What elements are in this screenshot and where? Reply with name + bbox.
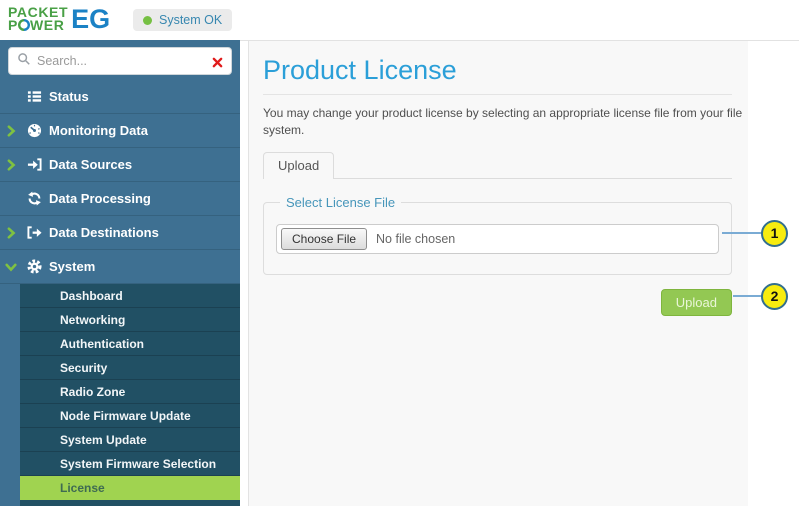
submenu-item-networking[interactable]: Networking	[20, 308, 240, 332]
sidebar-search	[0, 40, 240, 80]
sidebar-item-data-processing[interactable]: Data Processing	[0, 182, 240, 216]
sidebar-item-data-sources[interactable]: Data Sources	[0, 148, 240, 182]
sidebar-item-label: Monitoring Data	[49, 123, 148, 138]
sidebar-item-status[interactable]: Status	[0, 80, 240, 114]
callout-badge-2: 2	[761, 283, 788, 310]
power-symbol-icon	[18, 19, 30, 33]
submenu-item-node-firmware-update[interactable]: Node Firmware Update	[20, 404, 240, 428]
search-icon	[17, 52, 31, 71]
search-input[interactable]	[37, 54, 223, 68]
submenu-item-system-firmware-selection[interactable]: System Firmware Selection	[20, 452, 240, 476]
choose-file-button[interactable]: Choose File	[281, 228, 367, 250]
chevron-down-icon	[0, 262, 22, 272]
license-file-input[interactable]: Choose File No file chosen	[276, 224, 719, 254]
callout-line-2	[733, 295, 762, 297]
submenu-item-dashboard[interactable]: Dashboard	[20, 284, 240, 308]
sidebar-item-label: Data Processing	[49, 191, 151, 206]
clear-search-icon[interactable]	[212, 55, 223, 73]
form-actions: Upload	[263, 289, 732, 316]
sign-in-icon	[22, 157, 46, 172]
tab-upload[interactable]: Upload	[263, 152, 334, 179]
submenu-item-authentication[interactable]: Authentication	[20, 332, 240, 356]
chevron-right-icon	[0, 227, 22, 239]
submenu-item-radio-zone[interactable]: Radio Zone	[20, 380, 240, 404]
logo-wordmark: PACKET PWER	[8, 6, 68, 33]
fieldset-legend: Select License File	[280, 195, 401, 210]
callout-badge-1: 1	[761, 220, 788, 247]
sidebar-item-label: Data Destinations	[49, 225, 159, 240]
sidebar-item-label: Status	[49, 89, 89, 104]
sidebar-item-label: System	[49, 259, 95, 274]
system-status-badge: System OK	[133, 9, 232, 31]
header: PACKET PWER EG System OK	[0, 0, 799, 40]
logo-product-name: EG	[71, 4, 110, 35]
sidebar-item-data-destinations[interactable]: Data Destinations	[0, 216, 240, 250]
status-badge-label: System OK	[159, 13, 222, 27]
sign-out-icon	[22, 225, 46, 240]
packet-power-logo: PACKET PWER EG	[8, 4, 110, 35]
submenu-item-license[interactable]: License	[20, 476, 240, 500]
tab-bar: Upload	[263, 152, 732, 179]
search-box[interactable]	[8, 47, 232, 75]
chevron-right-icon	[0, 125, 22, 137]
sidebar-item-label: Data Sources	[49, 157, 132, 172]
logo-line2: PWER	[8, 19, 68, 33]
list-icon	[22, 89, 46, 104]
upload-button[interactable]: Upload	[661, 289, 732, 316]
submenu-item-system-update[interactable]: System Update	[20, 428, 240, 452]
page-description: You may change your product license by s…	[263, 105, 744, 139]
sidebar: Status Monitoring Data Data Sources Data…	[0, 40, 240, 506]
refresh-icon	[22, 191, 46, 206]
title-divider	[263, 94, 732, 95]
chevron-right-icon	[0, 159, 22, 171]
select-license-fieldset: Select License File Choose File No file …	[263, 195, 732, 275]
submenu-overflow	[20, 500, 240, 506]
sidebar-item-monitoring-data[interactable]: Monitoring Data	[0, 114, 240, 148]
sidebar-item-system[interactable]: System	[0, 250, 240, 284]
status-ok-dot-icon	[143, 16, 152, 25]
submenu-item-security[interactable]: Security	[20, 356, 240, 380]
gear-icon	[22, 259, 46, 274]
page-title: Product License	[263, 55, 732, 85]
app-window: PACKET PWER EG System OK Status	[0, 0, 799, 506]
file-chosen-status: No file chosen	[376, 232, 455, 246]
gauge-icon	[22, 123, 46, 138]
main-content: Product License You may change your prod…	[248, 41, 748, 506]
system-submenu: Dashboard Networking Authentication Secu…	[20, 284, 240, 500]
callout-line-1	[722, 232, 762, 234]
